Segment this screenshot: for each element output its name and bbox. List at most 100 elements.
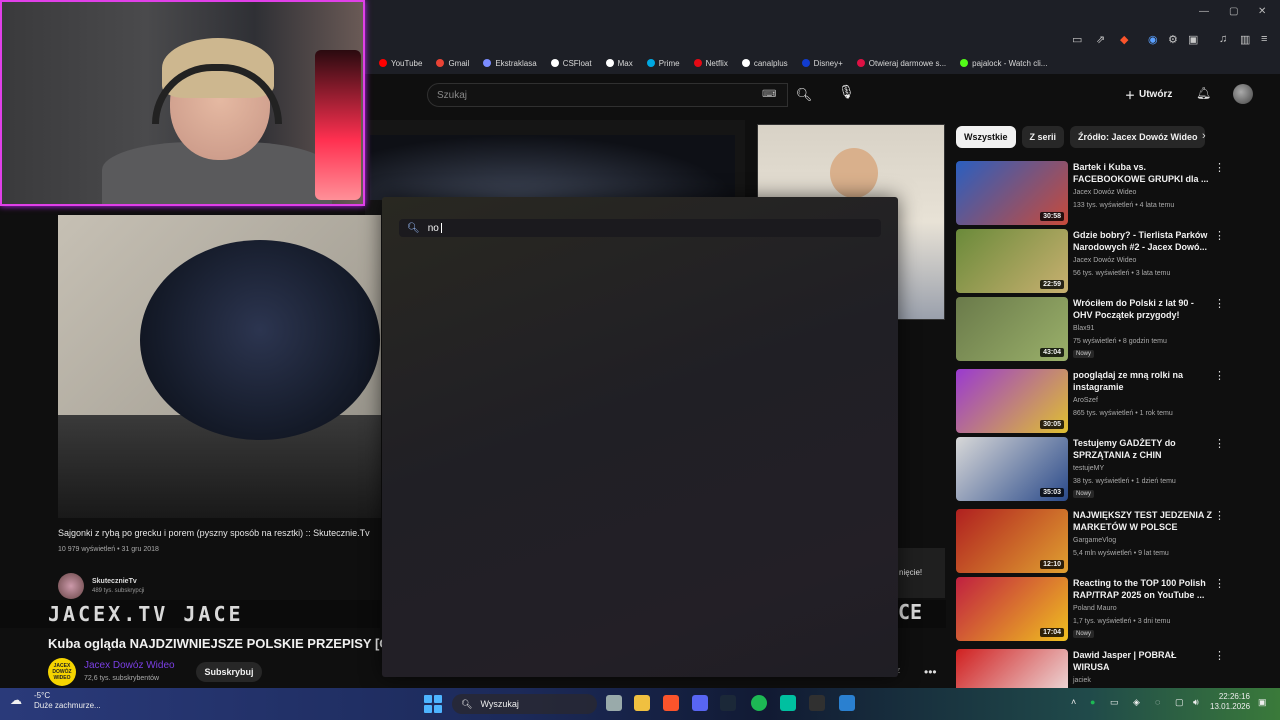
bookmark-label: Gmail <box>448 58 470 68</box>
filter-chip[interactable]: Źródło: Jacex Dowóz Wideo <box>1070 126 1206 148</box>
video-thumbnail[interactable]: 17:04 <box>956 577 1068 641</box>
filter-chip[interactable]: Z serii <box>1021 126 1065 148</box>
video-title[interactable]: Bartek i Kuba vs. FACEBOOKOWE GRUPKI dla… <box>1073 161 1213 185</box>
kebab-menu-icon[interactable]: ⋮ <box>1214 509 1225 522</box>
recommended-video[interactable]: 17:04 Reacting to the TOP 100 Polish RAP/… <box>956 577 1256 641</box>
media-icon[interactable]: ♫ <box>1219 33 1227 45</box>
chevron-up-icon[interactable]: ˄ <box>1071 697 1076 707</box>
shield-icon[interactable]: ◈ <box>1133 697 1140 708</box>
bookmark-item[interactable]: pajalock - Watch cli... <box>960 59 1047 68</box>
wifi-icon[interactable]: ▢ <box>1175 697 1184 708</box>
screenshot-icon[interactable]: ▣ <box>1188 33 1198 46</box>
share-icon[interactable]: ⇗ <box>1096 33 1105 46</box>
kebab-menu-icon[interactable]: ⋮ <box>1214 229 1225 242</box>
avatar[interactable] <box>1233 84 1253 104</box>
minimize-icon[interactable]: — <box>1199 6 1209 17</box>
kebab-menu-icon[interactable]: ⋮ <box>1214 161 1225 174</box>
spotify-tray-icon[interactable]: ● <box>1090 697 1095 707</box>
bookmark-item[interactable]: Gmail <box>436 59 469 68</box>
kebab-menu-icon[interactable]: ⋮ <box>1214 577 1225 590</box>
recommended-video[interactable]: 43:04 Wróciłem do Polski z lat 90 - OHV P… <box>956 297 1256 361</box>
bell-icon[interactable]: 🔔︎ <box>1196 86 1211 100</box>
brave-icon[interactable] <box>663 695 679 711</box>
steam-icon[interactable] <box>720 695 736 711</box>
taskbar-search[interactable]: 🔍︎ Wyszukaj <box>452 694 597 714</box>
kebab-menu-icon[interactable]: ⋮ <box>1214 649 1225 662</box>
app-icon-2[interactable] <box>839 695 855 711</box>
chevron-right-icon[interactable]: › <box>1202 130 1206 142</box>
obs-icon[interactable] <box>809 695 825 711</box>
brave-shields-icon[interactable]: ◆ <box>1120 33 1128 46</box>
video-thumbnail[interactable]: 12:10 <box>956 509 1068 573</box>
bookmark-item[interactable]: Prime <box>646 59 680 68</box>
video-title[interactable]: Wróciłem do Polski z lat 90 - OHV Począt… <box>1073 297 1213 321</box>
video-title[interactable]: pooglądaj ze mną rolki na instagramie <box>1073 369 1213 393</box>
video-title[interactable]: Testujemy GADŻETY do SPRZĄTANIA z CHIN <box>1073 437 1213 461</box>
extension-icon[interactable]: ◉ <box>1148 33 1158 46</box>
bookmark-item[interactable]: Disney+ <box>801 59 843 68</box>
channel-logo[interactable]: JACEX DOWÓZ WIDEO <box>48 658 76 686</box>
bookmark-item[interactable]: Otwieraj darmowe s... <box>856 59 946 68</box>
battery-icon[interactable]: ▭ <box>1110 697 1119 708</box>
video-thumbnail[interactable]: 43:04 <box>956 297 1068 361</box>
pip-channel-avatar[interactable] <box>58 573 84 599</box>
video-title[interactable]: Gdzie bobry? - Tierlista Parków Narodowy… <box>1073 229 1213 253</box>
filter-chip[interactable]: Wszystkie <box>956 126 1016 148</box>
video-thumbnail[interactable]: 35:03 <box>956 437 1068 501</box>
bookmark-item[interactable]: CSFloat <box>550 59 592 68</box>
file-explorer-icon[interactable] <box>634 695 650 711</box>
search-input[interactable]: Szukaj <box>427 83 788 107</box>
clock[interactable]: 22:26:16 13.01.2026 <box>1210 692 1250 712</box>
task-view-icon[interactable] <box>606 695 622 711</box>
discord-icon[interactable] <box>692 695 708 711</box>
video-thumbnail[interactable]: 30:05 <box>956 369 1068 433</box>
command-palette-input[interactable]: 🔍︎ no <box>399 219 881 237</box>
bookmark-item[interactable]: canalplus <box>741 59 788 68</box>
channel-name[interactable]: Jacex Dowóz Wideo <box>84 660 175 671</box>
bookmark-item[interactable]: Max <box>605 59 633 68</box>
kebab-menu-icon[interactable]: ⋮ <box>1214 437 1225 450</box>
sidebar-icon[interactable]: ▥ <box>1240 33 1250 46</box>
start-button[interactable] <box>424 695 442 713</box>
kebab-menu-icon[interactable]: ⋮ <box>1214 369 1225 382</box>
video-thumbnail[interactable]: 22:59 <box>956 229 1068 293</box>
video-title[interactable]: Dawid Jasper | POBRAŁ WIRUSA <box>1073 649 1213 673</box>
bookmark-label: YouTube <box>391 58 423 68</box>
volume-icon[interactable]: 🔊︎ <box>1193 697 1199 708</box>
maximize-icon[interactable]: ▢ <box>1229 6 1238 17</box>
subscribe-button[interactable]: Subskrybuj <box>196 662 262 682</box>
recommended-video[interactable]: 12:10 NAJWIĘKSZY TEST JEDZENIA Z MARKETÓW… <box>956 509 1256 573</box>
close-icon[interactable]: ✕ <box>1258 6 1266 17</box>
search-button[interactable]: 🔍︎ <box>788 83 820 107</box>
taskbar-search-label: Wyszukaj <box>480 699 519 709</box>
recommended-video[interactable]: 35:03 Testujemy GADŻETY do SPRZĄTANIA z C… <box>956 437 1256 501</box>
create-button[interactable]: ＋ Utwórz <box>1125 87 1172 102</box>
bookmark-favicon-icon <box>741 59 750 67</box>
network-icon[interactable]: ◌ <box>1155 697 1160 707</box>
notifications-icon[interactable]: ▣ <box>1258 697 1267 708</box>
recommended-video[interactable]: 30:05 pooglądaj ze mną rolki na instagram… <box>956 369 1256 433</box>
app-icon[interactable] <box>780 695 796 711</box>
keyboard-icon[interactable]: ⌨ <box>762 89 776 100</box>
kebab-menu-icon[interactable]: ⋮ <box>1214 297 1225 310</box>
end-screen-face <box>830 148 878 198</box>
bookmark-favicon-icon <box>436 59 445 67</box>
bookmark-item[interactable]: Netflix <box>693 59 728 68</box>
pip-channel-name[interactable]: SkutecznieTv <box>92 578 137 585</box>
video-title[interactable]: Reacting to the TOP 100 Polish RAP/TRAP … <box>1073 577 1213 601</box>
search-icon: 🔍︎ <box>461 698 473 709</box>
rgb-lamp <box>315 50 361 200</box>
extensions-icon[interactable]: ⚙ <box>1168 33 1178 46</box>
video-duration: 12:10 <box>1040 560 1064 569</box>
video-title[interactable]: NAJWIĘKSZY TEST JEDZENIA Z MARKETÓW W PO… <box>1073 509 1213 533</box>
menu-icon[interactable]: ≡ <box>1261 33 1267 45</box>
more-options-icon[interactable]: ••• <box>924 665 937 679</box>
bookmark-item[interactable]: YouTube <box>379 59 422 68</box>
recommended-video[interactable]: 30:58 Bartek i Kuba vs. FACEBOOKOWE GRUPK… <box>956 161 1256 225</box>
video-thumbnail[interactable]: 30:58 <box>956 161 1068 225</box>
recommended-video[interactable]: 22:59 Gdzie bobry? - Tierlista Parków Nar… <box>956 229 1256 293</box>
microphone-icon[interactable]: 🎙︎ <box>838 84 855 100</box>
bookmark-item[interactable]: Ekstraklasa <box>483 59 537 68</box>
install-app-icon[interactable]: ▭ <box>1072 33 1082 46</box>
spotify-icon[interactable] <box>751 695 767 711</box>
